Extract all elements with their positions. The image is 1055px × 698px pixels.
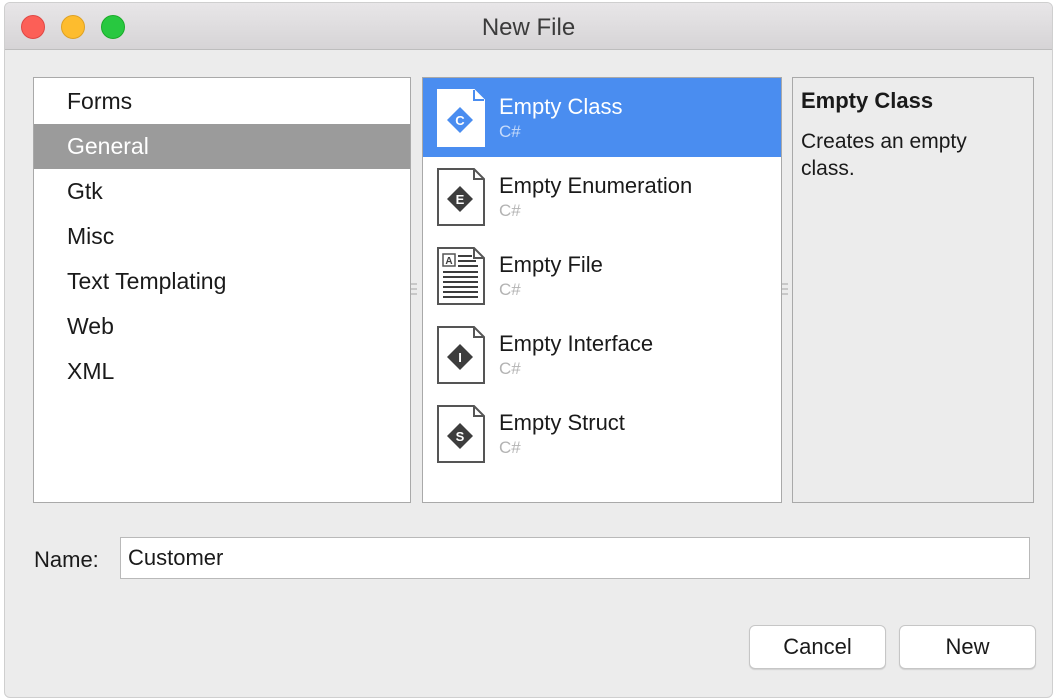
description-title: Empty Class <box>801 88 934 113</box>
category-item-xml[interactable]: XML <box>34 349 410 394</box>
template-item-empty-class[interactable]: C Empty Class C# <box>423 78 781 157</box>
template-language: C# <box>499 438 521 457</box>
name-field[interactable] <box>120 537 1030 579</box>
template-name: Empty File <box>499 252 603 277</box>
class-icon: C <box>437 89 485 147</box>
category-item-misc[interactable]: Misc <box>34 214 410 259</box>
new-button[interactable]: New <box>899 625 1036 669</box>
name-label: Name: <box>34 547 99 572</box>
text-file-icon: A <box>437 247 485 305</box>
template-list[interactable]: C Empty Class C# E Empty Enumeration C# … <box>422 77 782 503</box>
template-item-empty-file[interactable]: A Empty File C# <box>423 236 781 315</box>
enumeration-icon: E <box>437 168 485 226</box>
svg-text:A: A <box>445 256 452 267</box>
category-item-general[interactable]: General <box>34 124 410 169</box>
category-list[interactable]: Forms General Gtk Misc Text Templating W… <box>33 77 411 503</box>
struct-icon: S <box>437 405 485 463</box>
template-language: C# <box>499 280 521 299</box>
title-bar: New File <box>5 3 1052 50</box>
template-name: Empty Interface <box>499 331 654 356</box>
template-language: C# <box>499 359 521 378</box>
category-item-forms[interactable]: Forms <box>34 79 410 124</box>
description-text: Creates an empty class. <box>801 130 967 180</box>
category-item-text-templating[interactable]: Text Templating <box>34 259 410 304</box>
category-item-gtk[interactable]: Gtk <box>34 169 410 214</box>
template-item-empty-interface[interactable]: I Empty Interface C# <box>423 315 781 394</box>
template-item-empty-enumeration[interactable]: E Empty Enumeration C# <box>423 157 781 236</box>
template-name: Empty Struct <box>499 410 625 435</box>
description-pane: Empty Class Creates an empty class. <box>792 77 1034 503</box>
splitter-handle-right[interactable] <box>782 283 788 299</box>
cancel-button[interactable]: Cancel <box>749 625 886 669</box>
splitter-handle-left[interactable] <box>411 283 417 299</box>
category-item-web[interactable]: Web <box>34 304 410 349</box>
template-name: Empty Enumeration <box>499 173 693 198</box>
window-title: New File <box>481 14 576 41</box>
template-language: C# <box>499 122 521 141</box>
template-language: C# <box>499 201 521 220</box>
svg-text:E: E <box>456 192 465 207</box>
svg-text:S: S <box>456 429 465 444</box>
template-name: Empty Class <box>499 94 623 119</box>
new-file-dialog: New File Forms General Gtk Misc Text Tem… <box>4 2 1053 698</box>
svg-text:I: I <box>458 350 462 365</box>
svg-text:C: C <box>455 113 465 128</box>
template-item-empty-struct[interactable]: S Empty Struct C# <box>423 394 781 473</box>
interface-icon: I <box>437 326 485 384</box>
